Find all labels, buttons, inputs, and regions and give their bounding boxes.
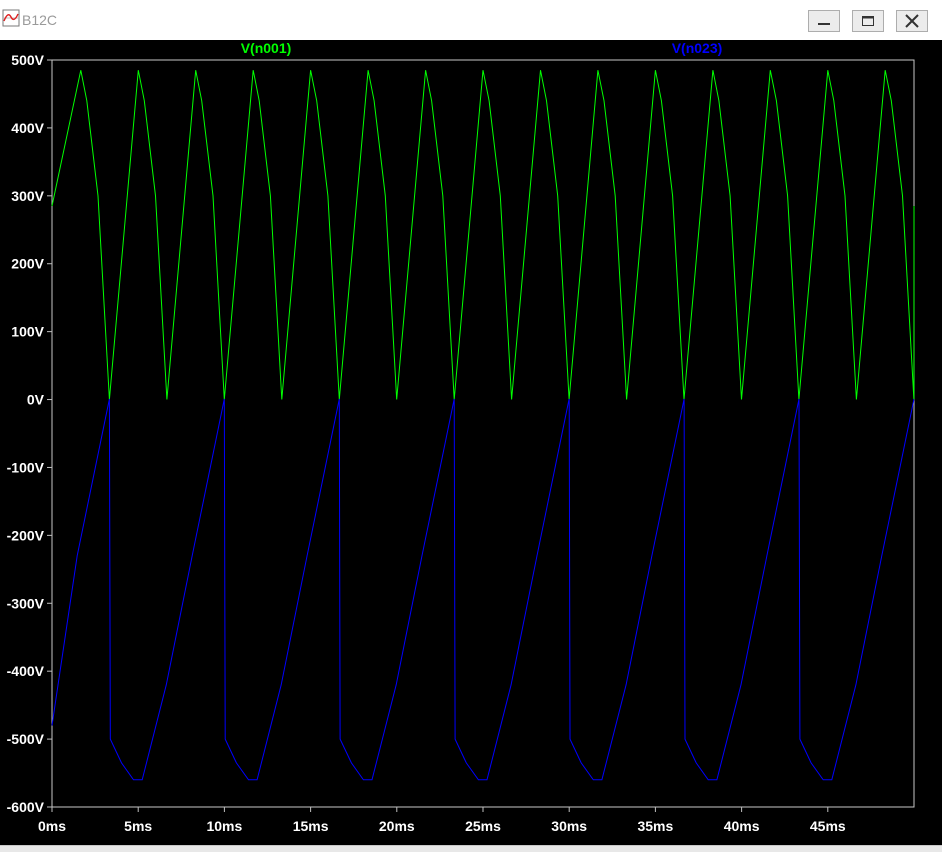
close-button[interactable] bbox=[896, 10, 928, 32]
legend-entry[interactable]: V(n023) bbox=[672, 40, 723, 56]
x-tick-label: 40ms bbox=[724, 818, 760, 834]
legend: V(n001) V(n023) bbox=[241, 40, 723, 56]
y-axis: 500V 400V 300V 200V 100V 0V -100V -200V -300V -40… bbox=[7, 52, 52, 815]
y-tick-label: 300V bbox=[11, 188, 44, 204]
close-icon bbox=[905, 14, 919, 28]
x-tick-label: 10ms bbox=[206, 818, 242, 834]
y-tick-label: -600V bbox=[7, 799, 45, 815]
y-tick-label: -400V bbox=[7, 663, 45, 679]
y-tick-label: 200V bbox=[11, 256, 44, 272]
waveform-plot-pane[interactable]: 500V 400V 300V 200V 100V 0V -100V -200V -300V -40… bbox=[0, 40, 942, 845]
x-tick-label: 20ms bbox=[379, 818, 415, 834]
x-tick-label: 25ms bbox=[465, 818, 501, 834]
trace-vn023[interactable] bbox=[51, 399, 915, 781]
x-tick-label: 15ms bbox=[293, 818, 329, 834]
legend-entry[interactable]: V(n001) bbox=[241, 40, 292, 56]
waveform-chart[interactable]: 500V 400V 300V 200V 100V 0V -100V -200V -300V -40… bbox=[0, 40, 942, 845]
x-tick-label: 35ms bbox=[637, 818, 673, 834]
title-bar[interactable]: B12C bbox=[0, 0, 942, 41]
restore-icon bbox=[862, 16, 874, 26]
trace-vn001[interactable] bbox=[51, 70, 915, 400]
minimize-icon bbox=[818, 23, 830, 25]
y-tick-label: -100V bbox=[7, 459, 45, 475]
y-tick-label: 500V bbox=[11, 52, 44, 68]
y-tick-label: 100V bbox=[11, 324, 44, 340]
y-tick-label: 0V bbox=[27, 392, 45, 408]
y-tick-label: -500V bbox=[7, 731, 45, 747]
y-tick-label: -200V bbox=[7, 527, 45, 543]
traces bbox=[51, 70, 915, 781]
x-tick-label: 30ms bbox=[551, 818, 587, 834]
x-tick-label: 5ms bbox=[124, 818, 152, 834]
x-axis: 0ms 5ms 10ms 15ms 20ms 25ms 30ms 35ms 40ms 45ms bbox=[38, 807, 846, 834]
minimize-button[interactable] bbox=[808, 10, 840, 32]
maximize-button[interactable] bbox=[852, 10, 884, 32]
y-tick-label: 400V bbox=[11, 120, 44, 136]
waveform-icon bbox=[2, 9, 20, 27]
x-tick-label: 0ms bbox=[38, 818, 66, 834]
x-tick-label: 45ms bbox=[810, 818, 846, 834]
window-title: B12C bbox=[22, 12, 58, 28]
y-tick-label: -300V bbox=[7, 595, 45, 611]
plot-window: B12C 500V 400V 300V 200V 100V 0V -100V -200V -30… bbox=[0, 0, 942, 852]
